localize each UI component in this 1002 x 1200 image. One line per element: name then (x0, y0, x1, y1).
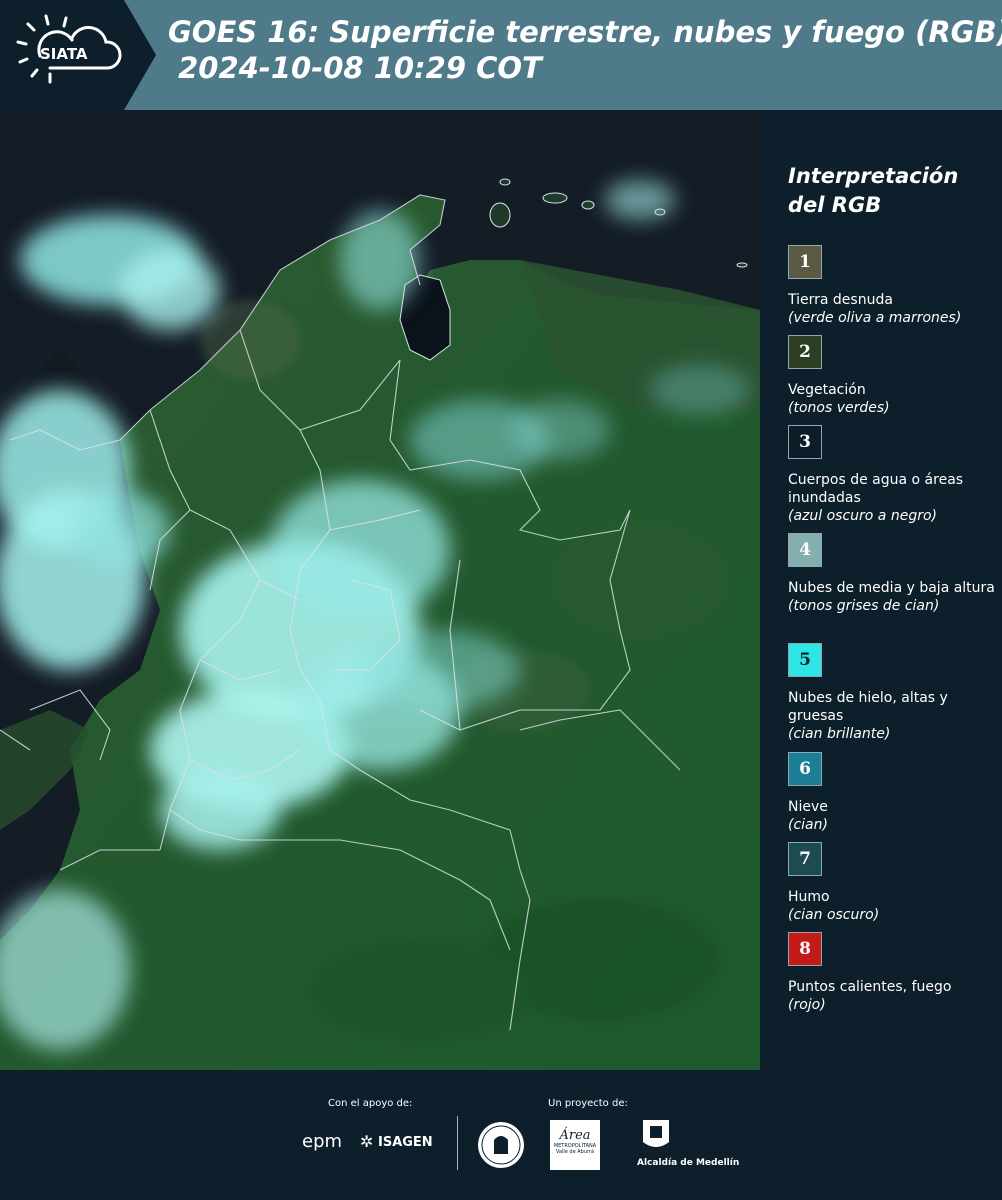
legend-desc: (cian brillante) (788, 726, 891, 742)
area-logo-line-3: Valle de Aburrá (555, 1149, 595, 1155)
legend-label: Nubes de hielo, altas y gruesas (788, 690, 948, 724)
legend-title-line-2: del RGB (788, 193, 882, 217)
legend-label: Nieve (788, 799, 828, 815)
logo-text: SIATA (40, 45, 88, 63)
legend-swatch: 5 (788, 643, 822, 677)
footer-divider (457, 1116, 458, 1170)
header-bar: SIATA GOES 16: Superficie terrestre, nub… (0, 0, 1002, 110)
epm-logo: epm (302, 1131, 343, 1152)
legend-item-1: 1 Tierra desnuda (verde oliva a marrones… (788, 245, 998, 327)
legend-item-7: 7 Humo (cian oscuro) (788, 842, 998, 924)
legend-label: Puntos calientes, fuego (788, 979, 952, 995)
legend-item-8: 8 Puntos calientes, fuego (rojo) (788, 932, 998, 1014)
legend-swatch: 7 (788, 842, 822, 876)
project-label: Un proyecto de: (548, 1098, 628, 1109)
legend-label: Cuerpos de agua o áreas inundadas (788, 472, 964, 506)
legend-label: Vegetación (788, 382, 866, 398)
title-line-2: 2024-10-08 10:29 COT (168, 51, 542, 85)
legend-item-6: 6 Nieve (cian) (788, 752, 998, 834)
legend-swatch: 2 (788, 335, 822, 369)
footer: Con el apoyo de: Un proyecto de: epm ✲ I… (0, 1070, 1002, 1200)
legend-swatch: 1 (788, 245, 822, 279)
legend-desc: (cian oscuro) (788, 907, 880, 923)
legend-desc: (tonos grises de cian) (788, 598, 940, 614)
legend-swatch: 6 (788, 752, 822, 786)
rgb-legend: Interpretación del RGB 1 Tierra desnuda … (760, 110, 1002, 1070)
satellite-map (0, 110, 760, 1070)
area-logo-line-1: Área (559, 1128, 591, 1143)
page-title: GOES 16: Superficie terrestre, nubes y f… (168, 14, 1002, 86)
legend-desc: (rojo) (788, 997, 826, 1013)
legend-item-2: 2 Vegetación (tonos verdes) (788, 335, 998, 417)
legend-desc: (cian) (788, 817, 828, 833)
seal-logo-icon (478, 1122, 524, 1168)
rgb-satellite-image (0, 110, 760, 1070)
legend-item-3: 3 Cuerpos de agua o áreas inundadas (azu… (788, 425, 998, 525)
legend-title: Interpretación del RGB (788, 162, 958, 220)
legend-desc: (azul oscuro a negro) (788, 508, 937, 524)
alcaldia-label: Alcaldía de Medellín (637, 1158, 740, 1168)
title-line-1: GOES 16: Superficie terrestre, nubes y f… (168, 15, 1002, 49)
legend-desc: (tonos verdes) (788, 400, 890, 416)
isagen-logo-icon: ✲ (360, 1132, 374, 1151)
legend-label: Tierra desnuda (788, 292, 893, 308)
support-label: Con el apoyo de: (328, 1098, 413, 1109)
legend-desc: (verde oliva a marrones) (788, 310, 962, 326)
legend-swatch: 3 (788, 425, 822, 459)
legend-item-5: 5 Nubes de hielo, altas y gruesas (cian … (788, 643, 998, 743)
legend-swatch: 4 (788, 533, 822, 567)
alcaldia-shield-icon (643, 1120, 669, 1147)
legend-label: Humo (788, 889, 830, 905)
legend-swatch: 8 (788, 932, 822, 966)
legend-title-line-1: Interpretación (788, 164, 959, 188)
legend-item-4: 4 Nubes de media y baja altura (tonos gr… (788, 533, 998, 615)
legend-label: Nubes de media y baja altura (788, 580, 995, 596)
isagen-logo: ISAGEN (378, 1135, 433, 1150)
area-metropolitana-logo: Área METROPOLITANA Valle de Aburrá (550, 1120, 600, 1170)
